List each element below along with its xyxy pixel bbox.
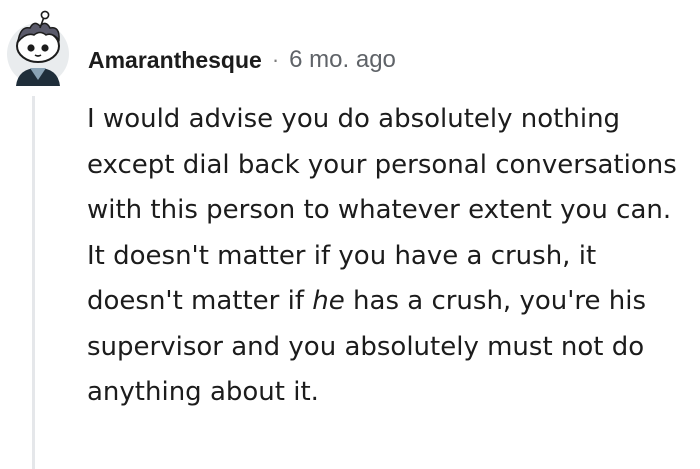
thread-line[interactable] <box>32 96 35 469</box>
comment-body: I would advise you do absolutely nothing… <box>87 97 692 416</box>
comment-header: Amaranthesque · 6 mo. ago <box>88 42 396 78</box>
comment-text-part-1: I would advise you do absolutely nothing… <box>87 104 677 316</box>
snoo-avatar-icon <box>7 10 69 86</box>
comment: Amaranthesque · 6 mo. ago I would advise… <box>0 0 700 469</box>
comment-text-emphasis: he <box>312 286 345 316</box>
comment-timestamp[interactable]: 6 mo. ago <box>289 46 396 74</box>
author-name[interactable]: Amaranthesque <box>88 47 262 74</box>
comment-text: I would advise you do absolutely nothing… <box>87 97 692 416</box>
avatar[interactable] <box>6 8 70 88</box>
meta-separator: · <box>271 47 280 72</box>
